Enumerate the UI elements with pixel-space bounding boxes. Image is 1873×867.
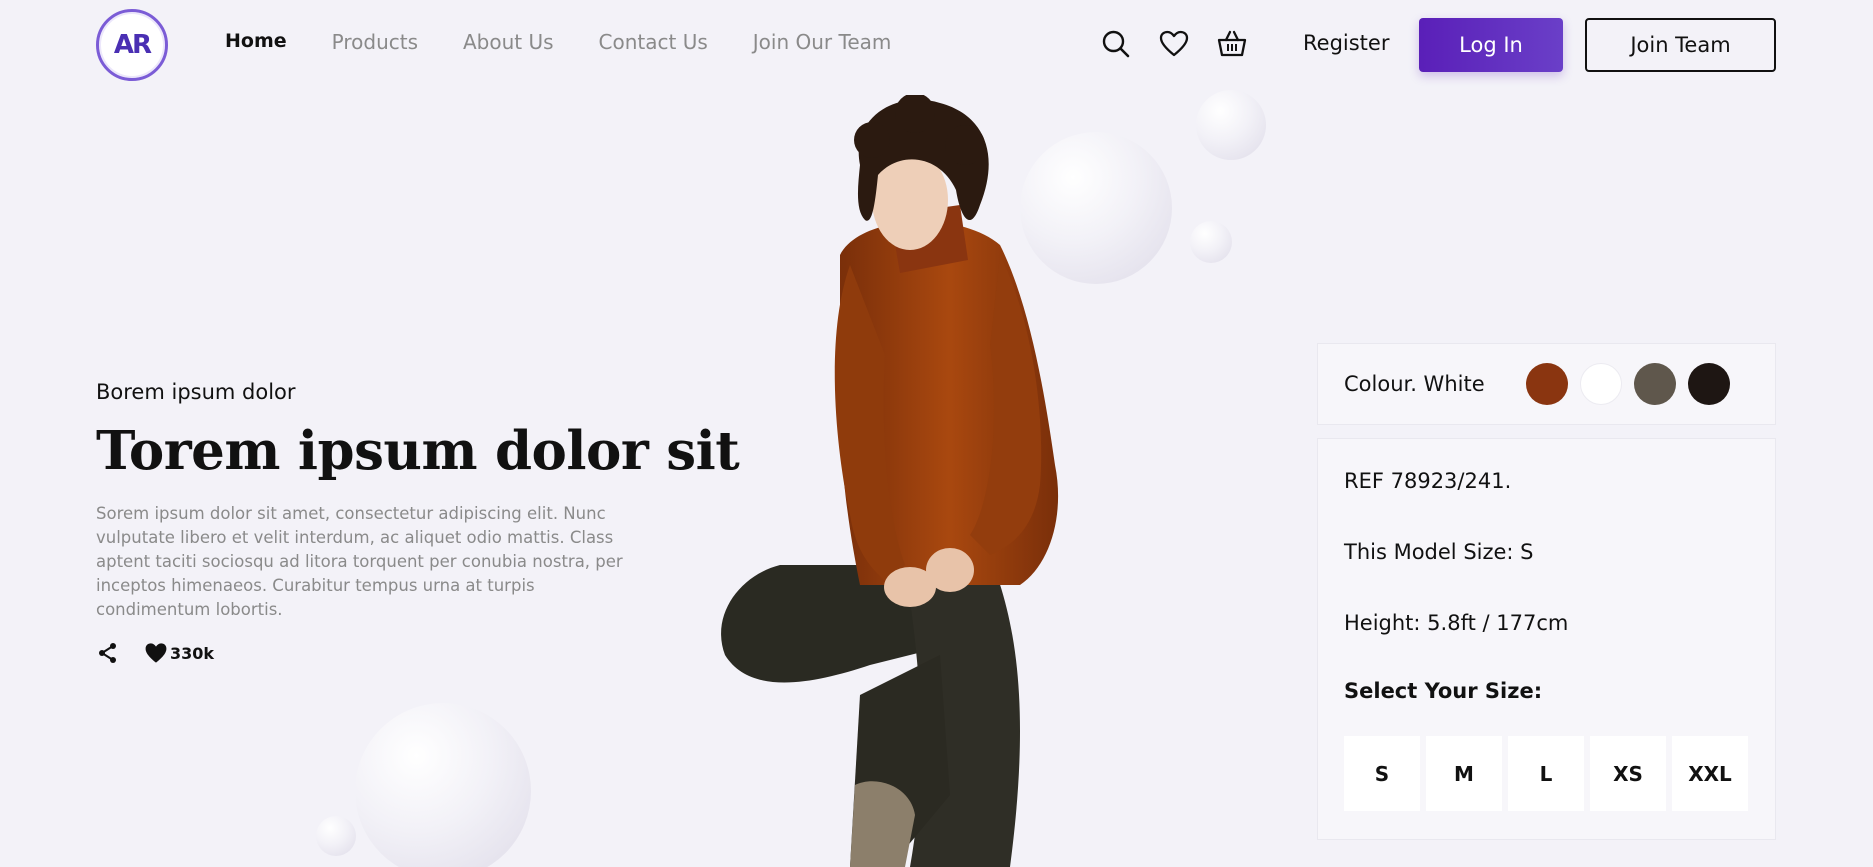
heart-icon[interactable]: [1159, 29, 1189, 59]
search-icon[interactable]: [1101, 29, 1131, 59]
like-icon[interactable]: [144, 641, 168, 665]
brand-logo[interactable]: AR: [96, 9, 168, 81]
login-button[interactable]: Log In: [1419, 18, 1563, 72]
nav-item-contact-us[interactable]: Contact Us: [599, 30, 708, 54]
main-nav: Home Products About Us Contact Us Join O…: [225, 30, 936, 54]
site-header: AR Home Products About Us Contact Us Joi…: [0, 0, 1873, 90]
size-title: Select Your Size:: [1344, 679, 1543, 703]
decorative-sphere: [316, 816, 356, 856]
nav-item-home[interactable]: Home: [225, 30, 287, 54]
logo-text: AR: [113, 30, 152, 60]
nav-item-join-our-team[interactable]: Join Our Team: [753, 30, 892, 54]
nav-item-about-us[interactable]: About Us: [463, 30, 554, 54]
share-icon[interactable]: [96, 641, 120, 665]
size-options: S M L XS XXL: [1344, 736, 1748, 811]
decorative-sphere: [1196, 90, 1266, 160]
product-info-panel: REF 78923/241. This Model Size: S Height…: [1317, 438, 1776, 840]
size-option-xs[interactable]: XS: [1590, 736, 1666, 811]
colour-swatch-black[interactable]: [1688, 363, 1730, 405]
hero-actions: 330k: [96, 641, 214, 665]
product-ref: REF 78923/241.: [1344, 469, 1512, 493]
colour-label: Colour. White: [1344, 372, 1485, 396]
size-option-l[interactable]: L: [1508, 736, 1584, 811]
colour-selector: Colour. White: [1317, 343, 1776, 425]
size-option-m[interactable]: M: [1426, 736, 1502, 811]
model-image: [721, 95, 1059, 867]
join-team-button[interactable]: Join Team: [1585, 18, 1776, 72]
like-count: 330k: [170, 643, 215, 663]
hero-title: Torem ipsum dolor sit: [96, 420, 740, 482]
hero-kicker: Borem ipsum dolor: [96, 380, 296, 404]
model-height: Height: 5.8ft / 177cm: [1344, 611, 1569, 635]
decorative-sphere: [1190, 221, 1232, 263]
colour-swatch-brown[interactable]: [1526, 363, 1568, 405]
hero-description: Sorem ipsum dolor sit amet, consectetur …: [96, 504, 623, 619]
basket-icon[interactable]: [1217, 29, 1247, 59]
nav-item-products[interactable]: Products: [332, 30, 418, 54]
register-link[interactable]: Register: [1303, 31, 1389, 55]
size-option-s[interactable]: S: [1344, 736, 1420, 811]
model-size: This Model Size: S: [1344, 540, 1534, 564]
size-option-xxl[interactable]: XXL: [1672, 736, 1748, 811]
colour-swatch-white[interactable]: [1580, 363, 1622, 405]
decorative-sphere: [355, 703, 531, 867]
colour-swatch-taupe[interactable]: [1634, 363, 1676, 405]
